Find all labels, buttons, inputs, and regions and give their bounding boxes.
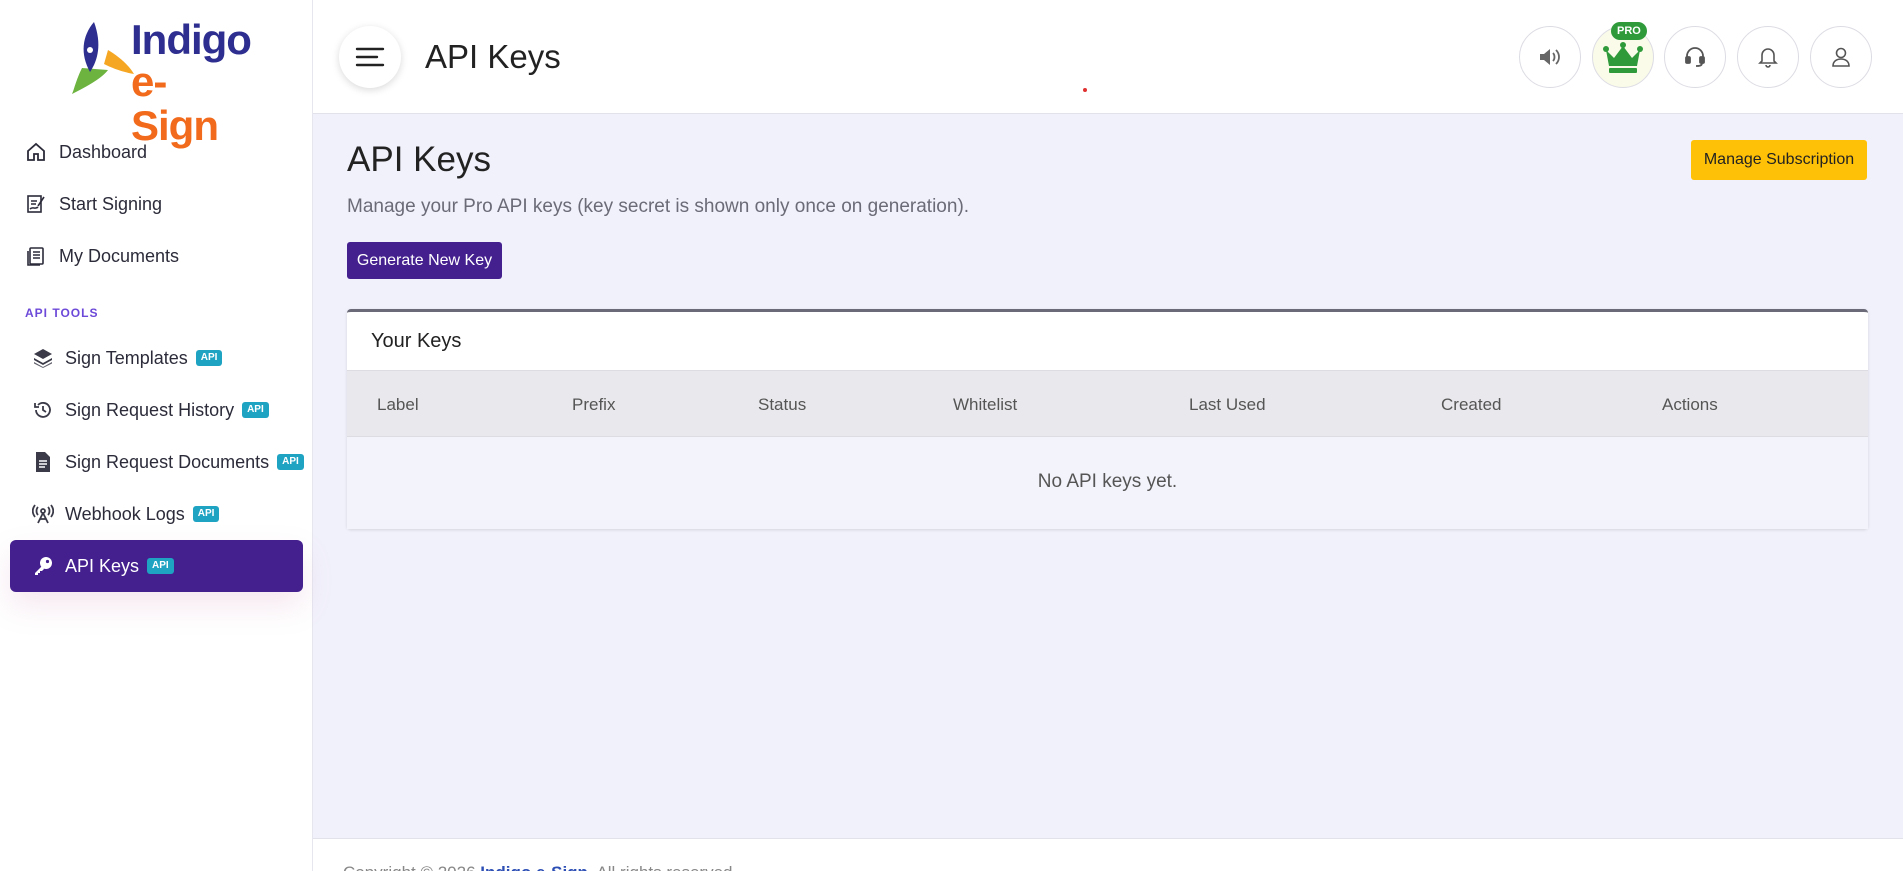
user-icon — [1832, 47, 1850, 67]
user-profile-button[interactable] — [1810, 26, 1872, 88]
keys-table-header: Label Prefix Status Whitelist Last Used … — [347, 370, 1868, 437]
column-header-whitelist[interactable]: Whitelist — [953, 395, 1017, 415]
page-description: Manage your Pro API keys (key secret is … — [347, 196, 970, 217]
notifications-button[interactable] — [1737, 26, 1799, 88]
api-badge: API — [147, 558, 174, 574]
keys-card: Your Keys Label Prefix Status Whitelist … — [347, 309, 1868, 529]
api-tools-nav: Sign Templates API Sign Request History … — [0, 332, 313, 592]
sidebar-item-label: Webhook Logs — [65, 503, 185, 524]
api-badge: API — [277, 454, 304, 470]
api-badge: API — [192, 506, 220, 522]
api-badge: API — [242, 402, 269, 418]
brand-logo[interactable]: Indigo e-Sign — [68, 16, 252, 148]
column-header-actions: Actions — [1662, 395, 1718, 414]
copyright-suffix: . All rights reserved. — [588, 863, 737, 871]
sidebar-item-label: API Keys — [65, 555, 140, 576]
logo-pen-icon — [72, 22, 134, 94]
key-icon — [32, 555, 54, 577]
copyright-text: Copyright © 2026 Indigo e-Sign. All righ… — [343, 863, 737, 871]
manage-subscription-button[interactable]: Manage Subscription — [1691, 140, 1867, 180]
support-button[interactable] — [1664, 26, 1726, 88]
antenna-icon — [32, 503, 54, 525]
sidebar: Indigo e-Sign Dashboard Start Signing My… — [0, 0, 313, 871]
page-title: API Keys — [425, 38, 561, 75]
speaker-icon — [1540, 49, 1560, 65]
column-header-created[interactable]: Created — [1441, 395, 1501, 415]
nav-item-dashboard[interactable]: Dashboard — [0, 126, 313, 178]
nav-label: Dashboard — [59, 141, 148, 162]
card-title: Your Keys — [371, 330, 462, 352]
indicator-dot — [1083, 88, 1087, 92]
headset-icon — [1685, 47, 1705, 67]
copyright-prefix: Copyright © 2026 — [343, 863, 480, 871]
keys-table-body: No API keys yet. — [347, 437, 1868, 529]
file-icon — [32, 451, 54, 473]
column-header-status[interactable]: Status — [758, 395, 806, 415]
sidebar-item-sign-templates[interactable]: Sign Templates API — [0, 332, 313, 384]
footer: Copyright © 2026 Indigo e-Sign. All righ… — [313, 838, 1903, 871]
crown-icon — [1603, 42, 1643, 73]
column-header-label[interactable]: Label — [377, 395, 419, 415]
history-icon — [32, 399, 54, 421]
sidebar-item-sign-request-documents[interactable]: Sign Request Documents API — [0, 436, 313, 488]
menu-toggle-button[interactable] — [339, 26, 401, 88]
announcements-button[interactable] — [1519, 26, 1581, 88]
bell-icon — [1758, 48, 1778, 68]
home-icon — [25, 141, 47, 163]
footer-brand-link[interactable]: Indigo e-Sign — [480, 863, 588, 871]
sidebar-item-label: Sign Request History — [65, 399, 235, 420]
main-heading: API Keys — [347, 140, 491, 179]
column-header-last-used[interactable]: Last Used — [1189, 395, 1266, 415]
generate-new-key-button[interactable]: Generate New Key — [347, 242, 502, 279]
api-tools-heading: API TOOLS — [25, 306, 99, 320]
pro-badge: PRO — [1611, 22, 1647, 40]
nav-label: My Documents — [59, 245, 180, 266]
layers-icon — [32, 347, 54, 369]
sign-icon — [25, 193, 47, 215]
api-badge: API — [195, 350, 223, 366]
main-nav: Dashboard Start Signing My Documents — [0, 126, 313, 282]
sidebar-item-sign-request-history[interactable]: Sign Request History API — [0, 384, 313, 436]
sidebar-item-webhook-logs[interactable]: Webhook Logs API — [0, 488, 313, 540]
nav-item-start-signing[interactable]: Start Signing — [0, 178, 313, 230]
nav-item-my-documents[interactable]: My Documents — [0, 230, 313, 282]
sidebar-item-api-keys[interactable]: API Keys API — [10, 540, 303, 592]
documents-icon — [25, 245, 47, 267]
nav-label: Start Signing — [59, 193, 163, 214]
column-header-prefix[interactable]: Prefix — [572, 395, 615, 415]
sidebar-item-label: Sign Request Documents — [65, 451, 270, 472]
hamburger-icon — [355, 47, 385, 67]
top-header: API Keys PRO — [313, 0, 1903, 114]
empty-state-message: No API keys yet. — [1037, 471, 1178, 492]
brand-name-line1: Indigo — [131, 16, 252, 63]
sidebar-item-label: Sign Templates — [65, 347, 188, 368]
